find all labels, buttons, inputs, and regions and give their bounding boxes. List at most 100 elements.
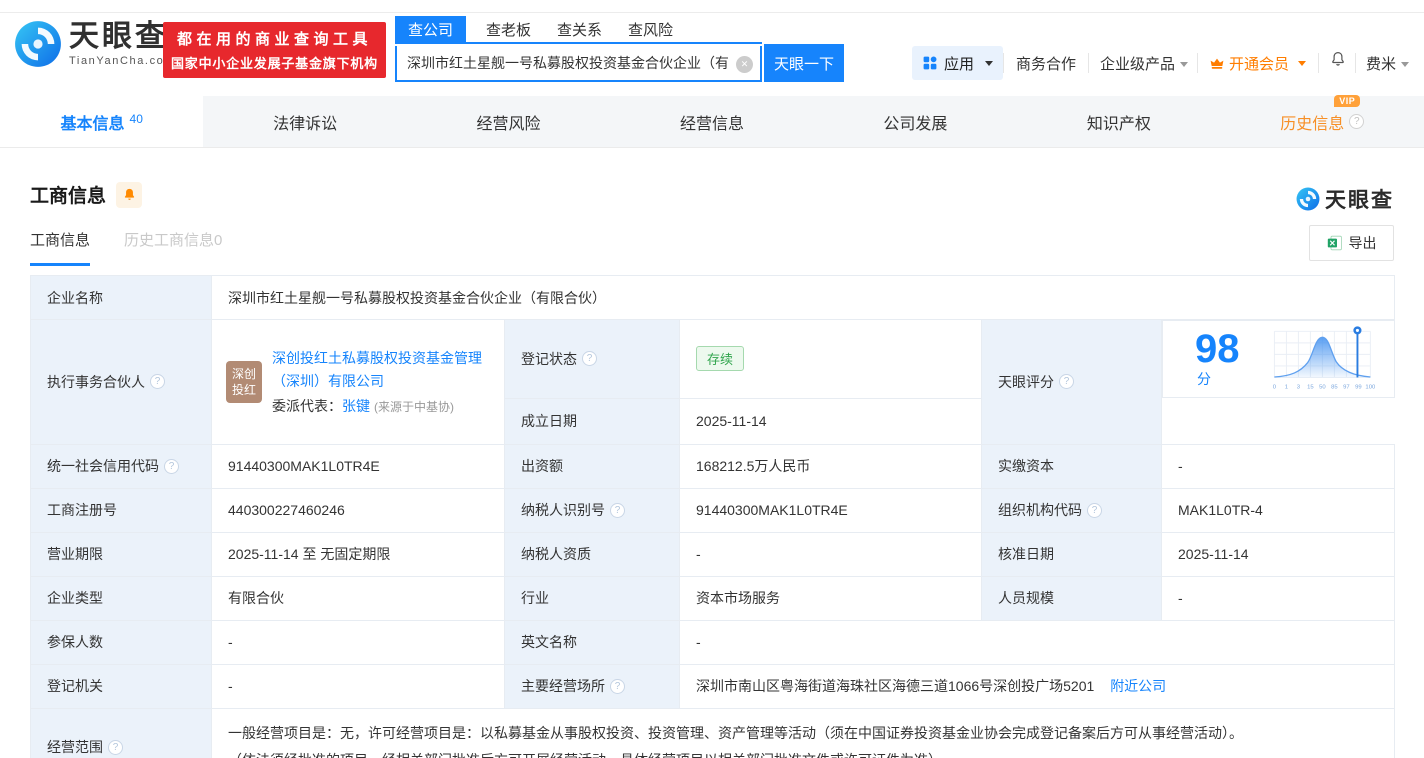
tab-basic-info[interactable]: 基本信息 40 [0,96,204,147]
company-name-value: 深圳市红土星舰一号私募股权投资基金合伙企业（有限合伙） [228,289,606,306]
field-value: - [228,634,233,650]
search-input-wrap [395,46,762,82]
chevron-down-icon [985,60,994,66]
help-icon[interactable] [164,458,179,474]
help-icon[interactable] [1087,502,1102,518]
svg-text:85: 85 [1331,385,1338,391]
field-label: 人员规模 [998,590,1054,606]
field-value: 资本市场服务 [696,590,780,606]
table-row: 执行事务合伙人 深创 投红 深创投红土私募股权投资基金管理（深圳）有限公司 委派… [30,319,1395,445]
help-icon[interactable] [150,374,165,390]
field-label: 登记状态 [521,350,577,367]
tab-operational-risk[interactable]: 经营风险 [407,96,610,147]
rep-label: 委派代表： [272,398,342,415]
table-row: 登记机关 - 主要经营场所 深圳市南山区粤海街道海珠社区海德三道1066号深创投… [30,663,1396,709]
table-row: 参保人数 - 英文名称 - [30,619,1396,665]
help-icon[interactable] [610,678,625,694]
field-label: 营业期限 [47,546,103,562]
nearby-companies-link[interactable]: 附近公司 [1110,678,1166,694]
rep-source: (来源于中基协) [374,400,454,415]
search-input[interactable] [395,46,762,82]
tab-legal-litigation[interactable]: 法律诉讼 [203,96,406,147]
tianyan-score: 98分 0 1 3 15 50 85 97 99 100 [1162,320,1395,398]
svg-text:50: 50 [1319,385,1326,391]
table-row: 经营范围 一般经营项目是：无，许可经营项目是：以私募基金从事股权投资、投资管理、… [30,707,1396,758]
score-value: 98 [1195,327,1240,371]
subtabs: 工商信息 历史工商信息0 [30,229,222,266]
field-value: 168212.5万人民币 [696,458,811,474]
subtab-business-registration[interactable]: 工商信息 [30,229,91,266]
apps-menu[interactable]: 应用 [912,46,1004,80]
apps-grid-icon [923,56,937,70]
search-tab-company[interactable]: 查公司 [395,16,467,42]
notifications-bell-icon[interactable] [1329,50,1347,73]
svg-text:100: 100 [1365,385,1376,391]
banner-line1: 都在用的商业查询工具 [176,31,372,48]
subtab-history-registration[interactable]: 历史工商信息0 [124,229,222,266]
field-label: 出资额 [521,458,563,474]
field-label: 企业名称 [47,289,103,306]
nav-divider [1318,53,1319,73]
table-row: 工商注册号 440300227460246 纳税人识别号 91440300MAK… [30,487,1396,533]
help-icon[interactable] [610,502,625,518]
help-icon[interactable] [1059,374,1074,390]
nav-user-menu[interactable]: 费米 [1366,53,1410,74]
tab-company-development[interactable]: 公司发展 [814,96,1017,147]
business-scope-text: 一般经营项目是：无，许可经营项目是：以私募基金从事股权投资、投资管理、资产管理等… [228,724,1243,758]
crown-icon [1210,58,1224,69]
rep-name-link[interactable]: 张键 [342,398,370,414]
section-title: 工商信息 [30,186,107,207]
search-tab-risk[interactable]: 查风险 [628,16,673,42]
watermark-text: 天眼查 [1325,189,1394,212]
table-row: 企业名称 深圳市红土星舰一号私募股权投资基金合伙企业（有限合伙） [30,275,1396,320]
field-value: 2025-11-14 [696,413,767,429]
tianyancha-logo[interactable]: 天眼查 TianYanCha.com [14,20,175,68]
help-icon[interactable] [582,351,597,367]
chevron-down-icon [1298,61,1307,66]
svg-text:1: 1 [1285,385,1288,391]
tab-intellectual-property[interactable]: 知识产权 [1017,96,1220,147]
help-icon[interactable] [108,739,123,755]
field-value: - [228,678,233,694]
tab-business-info[interactable]: 经营信息 [610,96,813,147]
search-tab-relation[interactable]: 查关系 [557,16,602,42]
field-value: - [1178,590,1183,606]
field-label: 成立日期 [521,413,577,429]
search-tab-boss[interactable]: 查老板 [486,16,531,42]
monitor-bell-icon[interactable] [116,181,143,208]
field-label: 企业类型 [47,590,103,606]
promo-banner: 都在用的商业查询工具 国家中小企业发展子基金旗下机构 [163,22,386,78]
top-divider [0,12,1424,13]
tab-history-info[interactable]: 历史信息 VIP [1221,94,1424,147]
field-label: 纳税人资质 [521,546,591,562]
export-button[interactable]: 导出 [1309,225,1394,261]
clear-search-icon[interactable] [736,56,753,73]
partner-company-link[interactable]: 深创投红土私募股权投资基金管理（深圳）有限公司 [272,347,490,393]
nav-divider [1197,53,1198,73]
chevron-down-icon [1180,62,1189,67]
nav-open-vip[interactable]: 开通会员 [1209,53,1307,74]
score-axis: 0 1 3 15 50 85 97 99 100 [1273,385,1376,391]
logo-title: 天眼查 [69,20,168,54]
partner-avatar[interactable]: 深创 投红 [226,361,262,404]
field-label: 执行事务合伙人 [47,373,145,390]
logo-domain: TianYanCha.com [69,54,176,67]
field-value: - [696,634,701,650]
watermark-logo: 天眼查 [1296,184,1394,214]
field-value: 有限合伙 [228,590,284,606]
svg-text:15: 15 [1307,385,1314,391]
field-label: 纳税人识别号 [521,502,605,518]
help-icon[interactable] [1349,114,1365,129]
tianyancha-logo-icon [1296,187,1320,211]
nav-business-coop[interactable]: 商务合作 [1016,53,1076,74]
nav-enterprise-products[interactable]: 企业级产品 [1100,53,1189,74]
field-label: 主要经营场所 [521,678,605,694]
search-button[interactable]: 天眼一下 [764,44,844,82]
field-label: 统一社会信用代码 [47,458,159,474]
banner-line2: 国家中小企业发展子基金旗下机构 [170,56,378,71]
section-header: 工商信息 [30,181,143,208]
field-label: 工商注册号 [47,502,117,518]
search-tabs: 查公司 查老板 查关系 查风险 [395,16,762,44]
excel-icon [1327,235,1342,251]
field-label: 经营范围 [47,739,103,755]
